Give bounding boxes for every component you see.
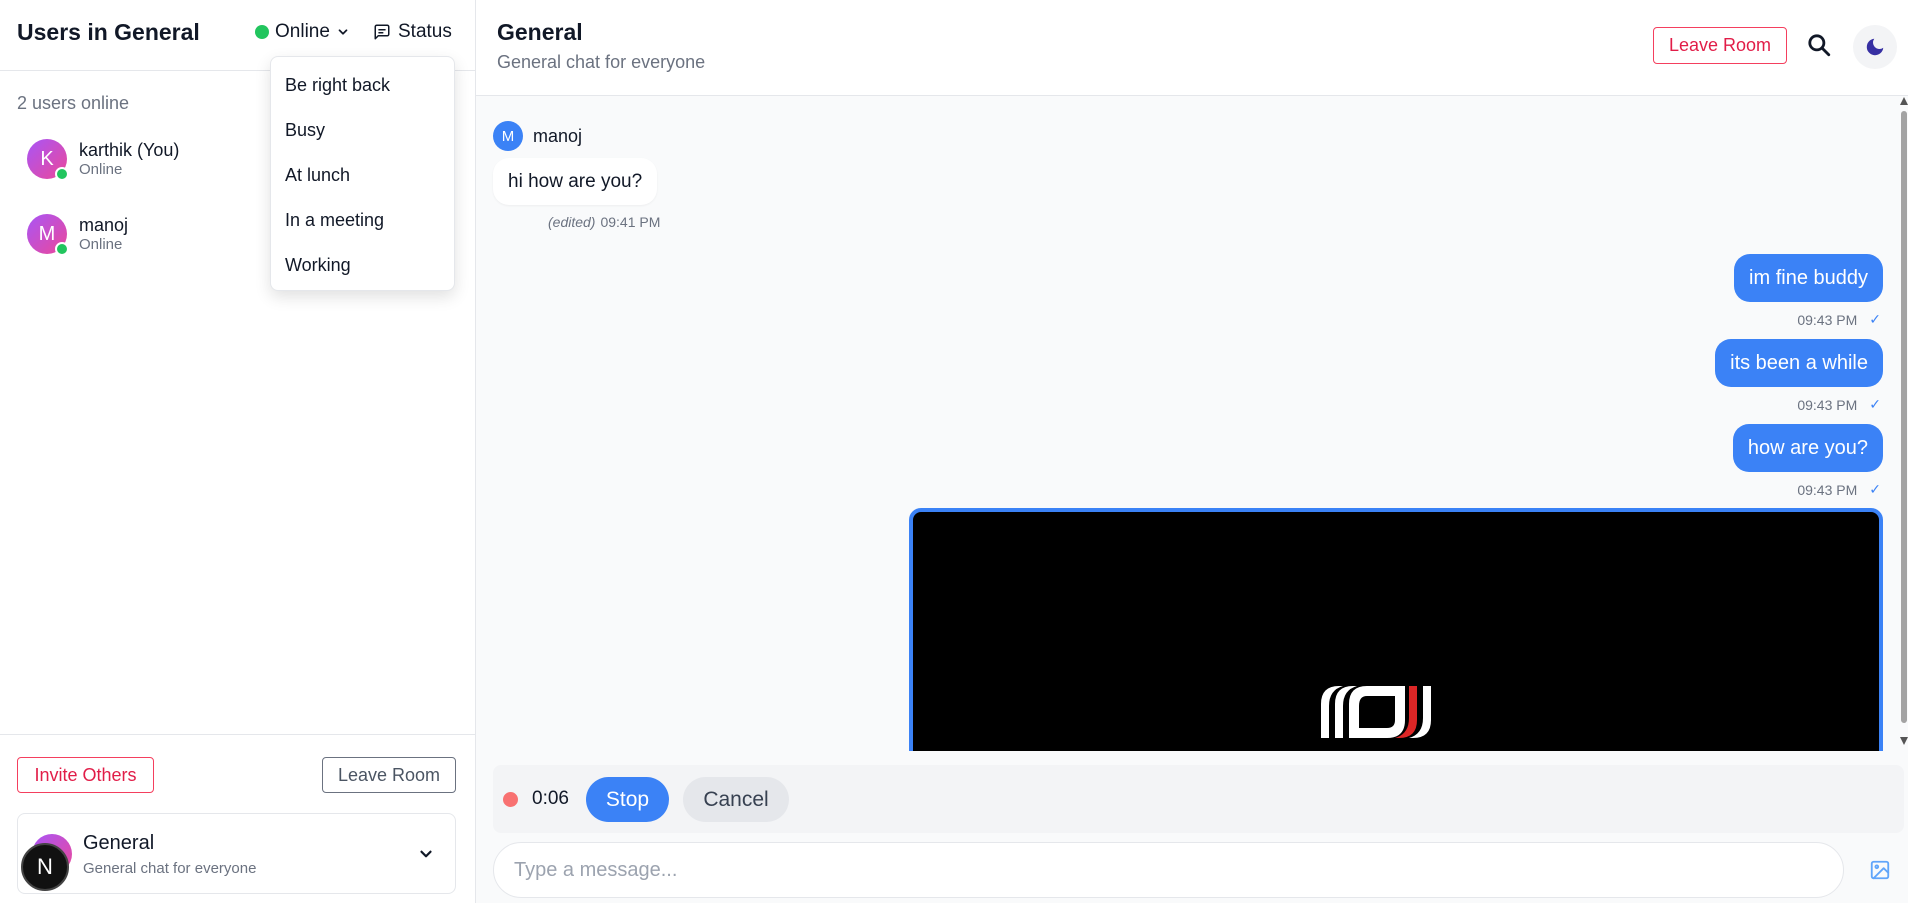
users-sidebar: Users in General Online Status Be right … — [0, 0, 476, 903]
chevron-down-icon — [420, 850, 432, 858]
message-time: 09:43 PM — [1797, 311, 1858, 328]
outgoing-message-bubble[interactable]: its been a while — [1715, 339, 1883, 387]
check-icon: ✓ — [1869, 396, 1881, 412]
message-scrollbar[interactable] — [1900, 97, 1908, 751]
incoming-message-bubble[interactable]: hi how are you? — [493, 158, 658, 205]
dev-tools-badge[interactable]: N — [21, 843, 69, 891]
room-subtitle: General chat for everyone — [497, 52, 706, 72]
status-menu-item-in-a-meeting[interactable]: In a meeting — [271, 198, 454, 243]
message-time: 09:43 PM — [1797, 481, 1858, 498]
status-menu-item-working[interactable]: Working — [271, 243, 454, 288]
avatar-initial: M — [38, 222, 56, 245]
chevron-down-icon — [338, 29, 348, 35]
avatar: K — [27, 139, 69, 181]
message-meta: 09:43 PM ✓ — [1797, 481, 1881, 498]
user-name: manoj — [79, 215, 129, 235]
online-count: 2 users online — [17, 93, 130, 113]
status-menu-item-be-right-back[interactable]: Be right back — [271, 63, 454, 108]
user-list-item[interactable]: M manoj Online — [27, 214, 129, 256]
video-message[interactable] — [909, 508, 1883, 751]
chat-header: General General chat for everyone Leave … — [476, 0, 1908, 96]
room-switcher[interactable]: General General chat for everyone — [17, 813, 456, 894]
recording-timer: 0:06 — [532, 788, 569, 809]
sender-name: manoj — [533, 125, 583, 146]
outgoing-message-bubble[interactable]: im fine buddy — [1734, 254, 1883, 302]
theme-toggle-button[interactable] — [1853, 25, 1897, 69]
room-switcher-description: General chat for everyone — [83, 860, 257, 877]
message-meta: 09:43 PM ✓ — [1797, 396, 1881, 413]
message-meta: 09:43 PM ✓ — [1797, 311, 1881, 328]
message-square-icon — [374, 24, 390, 40]
scroll-thumb[interactable] — [1901, 111, 1907, 723]
scroll-down-arrow-icon[interactable] — [1900, 737, 1908, 745]
status-menu-item-busy[interactable]: Busy — [271, 108, 454, 153]
avatar: M — [493, 121, 523, 151]
sidebar-leave-room-button[interactable]: Leave Room — [322, 757, 456, 793]
presence-label: Online — [275, 21, 330, 42]
search-icon — [1808, 34, 1831, 57]
message-time: 09:41 PM — [600, 214, 661, 230]
message-list[interactable]: M manoj hi how are you? (edited) 09:41 PM… — [476, 97, 1908, 751]
user-status: Online — [79, 236, 123, 253]
voice-recorder: 0:06 Stop Cancel — [493, 765, 1904, 833]
invite-others-button[interactable]: Invite Others — [17, 757, 154, 793]
presence-dropdown[interactable]: Online — [255, 21, 350, 43]
sidebar-title: Users in General — [17, 19, 200, 45]
check-icon: ✓ — [1869, 481, 1881, 497]
status-menu-item-at-lunch[interactable]: At lunch — [271, 153, 454, 198]
status-button-label: Status — [398, 21, 452, 42]
user-list-item[interactable]: K karthik (You) Online — [27, 139, 180, 181]
video-logo-icon — [1321, 686, 1431, 738]
sidebar-footer: Invite Others Leave Room General General… — [0, 734, 475, 903]
message-input[interactable] — [493, 842, 1844, 898]
recording-dot-icon — [503, 792, 518, 807]
image-icon — [1870, 860, 1890, 880]
cancel-recording-button[interactable]: Cancel — [683, 777, 789, 822]
header-leave-room-button[interactable]: Leave Room — [1653, 27, 1787, 64]
check-icon: ✓ — [1869, 311, 1881, 327]
status-button[interactable]: Status — [373, 21, 452, 43]
scroll-up-arrow-icon[interactable] — [1900, 97, 1908, 105]
edited-label: (edited) — [548, 214, 596, 230]
avatar-initial: K — [40, 147, 54, 170]
attach-image-button[interactable] — [1863, 853, 1897, 887]
outgoing-message-bubble[interactable]: how are you? — [1732, 424, 1883, 472]
online-badge — [55, 242, 69, 256]
message-time: 09:43 PM — [1797, 396, 1858, 413]
user-status: Online — [79, 161, 123, 178]
room-switcher-name: General — [83, 832, 155, 854]
user-name: karthik (You) — [79, 140, 180, 160]
avatar: M — [27, 214, 69, 256]
search-button[interactable] — [1806, 32, 1834, 60]
status-menu: Be right back Busy At lunch In a meeting… — [270, 56, 455, 291]
stop-recording-button[interactable]: Stop — [586, 777, 669, 822]
message-sender: M manoj — [493, 121, 582, 151]
room-title: General — [497, 19, 583, 45]
online-dot-icon — [255, 25, 269, 39]
online-badge — [55, 167, 69, 181]
chat-panel: General General chat for everyone Leave … — [476, 0, 1908, 903]
moon-icon — [1866, 38, 1884, 56]
message-meta: (edited) 09:41 PM — [548, 214, 660, 230]
